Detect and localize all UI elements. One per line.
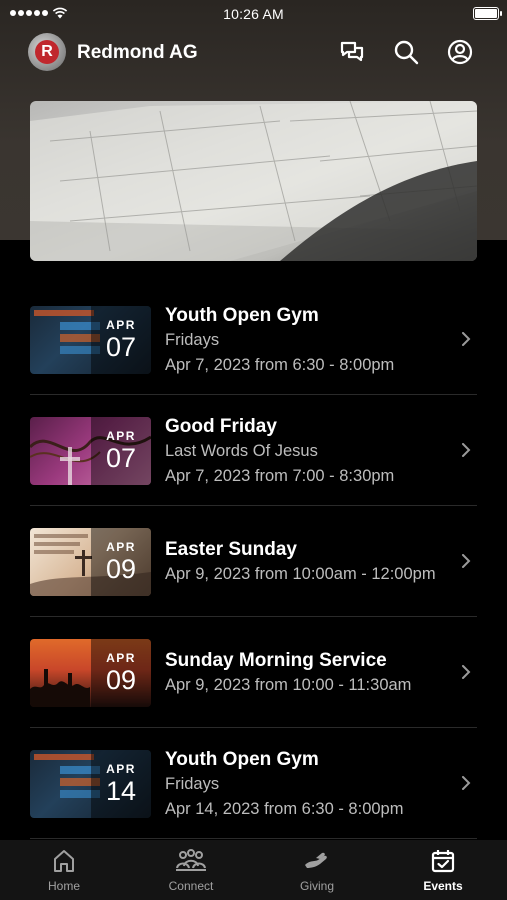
event-date-time: Apr 14, 2023 from 6:30 - 8:00pm bbox=[165, 800, 404, 818]
church-logo[interactable]: R bbox=[28, 33, 66, 71]
event-row[interactable]: APR 07 Good Friday Last Words Of Jesus A… bbox=[0, 395, 507, 506]
event-row[interactable]: APR 09 Sunday Morning Service Apr 9, 202… bbox=[0, 617, 507, 728]
tab-events[interactable]: Events bbox=[393, 848, 493, 893]
event-date-time: Apr 7, 2023 from 6:30 - 8:00pm bbox=[165, 356, 395, 374]
tab-home[interactable]: Home bbox=[14, 848, 114, 893]
bottom-tab-bar: Home Connect Giving Events bbox=[0, 840, 507, 900]
event-month: APR bbox=[106, 540, 136, 554]
event-day: 07 bbox=[105, 443, 137, 473]
signal-indicator bbox=[10, 7, 68, 19]
chevron-right-icon bbox=[462, 554, 471, 568]
tab-label: Home bbox=[47, 879, 80, 893]
giving-hands-icon bbox=[305, 852, 327, 868]
event-title: Youth Open Gym bbox=[165, 749, 319, 770]
calendar-check-icon bbox=[431, 850, 455, 873]
event-day: 09 bbox=[105, 554, 137, 584]
event-day: 07 bbox=[105, 332, 137, 362]
calendar-photo bbox=[30, 101, 477, 261]
event-thumbnail: APR 09 bbox=[30, 528, 151, 596]
app-header: R Redmond AG bbox=[0, 30, 507, 76]
event-date-time: Apr 9, 2023 from 10:00 - 11:30am bbox=[165, 676, 412, 694]
event-date-badge: APR 09 bbox=[91, 639, 151, 707]
event-thumbnail: APR 14 bbox=[30, 750, 151, 818]
event-row[interactable]: APR 07 Youth Open Gym Fridays Apr 7, 202… bbox=[0, 284, 507, 395]
tab-label: Events bbox=[423, 879, 463, 893]
event-title: Easter Sunday bbox=[165, 539, 297, 560]
event-day: 09 bbox=[105, 665, 137, 695]
event-subtitle: Last Words Of Jesus bbox=[165, 442, 318, 460]
people-icon bbox=[176, 849, 206, 871]
signal-dots-icon bbox=[10, 10, 48, 16]
profile-icon bbox=[447, 39, 473, 65]
event-date-badge: APR 07 bbox=[91, 306, 151, 374]
event-date-badge: APR 09 bbox=[91, 528, 151, 596]
logo-letter: R bbox=[35, 40, 59, 64]
event-month: APR bbox=[106, 318, 136, 332]
chevron-right-icon bbox=[462, 776, 471, 790]
search-button[interactable] bbox=[392, 38, 420, 66]
wifi-icon bbox=[52, 7, 68, 19]
tab-giving[interactable]: Giving bbox=[267, 848, 367, 893]
event-title: Youth Open Gym bbox=[165, 305, 319, 326]
event-thumbnail: APR 07 bbox=[30, 417, 151, 485]
event-month: APR bbox=[106, 429, 136, 443]
home-icon bbox=[54, 850, 74, 872]
chat-bubbles-icon bbox=[340, 41, 364, 62]
event-day: 14 bbox=[105, 776, 137, 806]
messages-button[interactable] bbox=[338, 38, 366, 66]
event-subtitle: Fridays bbox=[165, 775, 220, 793]
chevron-right-icon bbox=[462, 443, 471, 457]
event-thumbnail: APR 09 bbox=[30, 639, 151, 707]
search-icon bbox=[394, 40, 419, 65]
event-row[interactable]: APR 09 Easter Sunday Apr 9, 2023 from 10… bbox=[0, 506, 507, 617]
status-bar: 10:26 AM bbox=[0, 0, 507, 28]
event-date-time: Apr 9, 2023 from 10:00am - 12:00pm bbox=[165, 565, 436, 583]
event-title: Sunday Morning Service bbox=[165, 650, 387, 671]
events-list: APR 07 Youth Open Gym Fridays Apr 7, 202… bbox=[0, 284, 507, 839]
chevron-right-icon bbox=[462, 332, 471, 346]
event-thumbnail: APR 07 bbox=[30, 306, 151, 374]
tab-label: Giving bbox=[299, 879, 334, 893]
event-subtitle: Fridays bbox=[165, 331, 220, 349]
event-date-badge: APR 14 bbox=[91, 750, 151, 818]
profile-button[interactable] bbox=[446, 38, 474, 66]
tab-label: Connect bbox=[168, 879, 214, 893]
battery-icon bbox=[473, 7, 502, 20]
status-time: 10:26 AM bbox=[223, 6, 284, 22]
hero-calendar-image bbox=[30, 101, 477, 261]
tab-connect[interactable]: Connect bbox=[141, 848, 241, 893]
event-month: APR bbox=[106, 762, 136, 776]
event-row[interactable]: APR 14 Youth Open Gym Fridays Apr 14, 20… bbox=[0, 728, 507, 839]
app-title: Redmond AG bbox=[77, 42, 198, 63]
event-month: APR bbox=[106, 651, 136, 665]
event-date-badge: APR 07 bbox=[91, 417, 151, 485]
chevron-right-icon bbox=[462, 665, 471, 679]
event-date-time: Apr 7, 2023 from 7:00 - 8:30pm bbox=[165, 467, 395, 485]
event-title: Good Friday bbox=[165, 416, 277, 437]
